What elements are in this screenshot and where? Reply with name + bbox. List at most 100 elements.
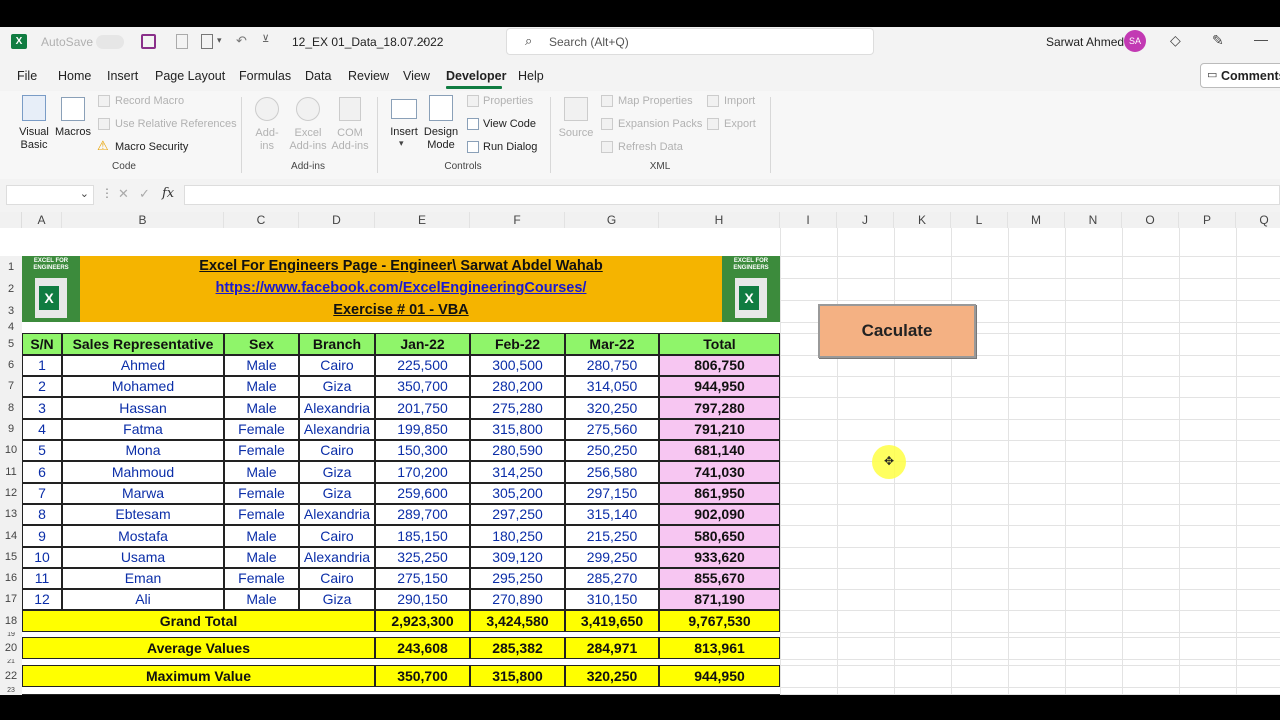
print-preview-icon[interactable] xyxy=(201,34,213,49)
column-header-k[interactable]: K xyxy=(894,212,951,228)
column-header-b[interactable]: B xyxy=(62,212,224,228)
insert-function-icon[interactable]: fx xyxy=(162,186,174,201)
table-cell[interactable]: 199,850 xyxy=(375,419,470,440)
summary-value[interactable]: 180,250 xyxy=(470,694,565,695)
row-header-9[interactable]: 9 xyxy=(0,419,22,440)
select-all-corner[interactable] xyxy=(0,212,22,228)
table-cell[interactable]: Usama xyxy=(62,547,224,568)
view-code-button[interactable]: View Code xyxy=(483,118,536,131)
menu-home[interactable]: Home xyxy=(58,69,91,83)
table-cell[interactable]: Giza xyxy=(299,461,375,483)
column-header-j[interactable]: J xyxy=(837,212,894,228)
table-cell[interactable]: 9 xyxy=(22,525,62,547)
table-cell[interactable]: Female xyxy=(224,568,299,589)
table-cell[interactable]: Female xyxy=(224,440,299,461)
row-header-5[interactable]: 5 xyxy=(0,333,22,355)
visual-basic-icon[interactable] xyxy=(22,95,46,121)
table-cell[interactable]: Ebtesam xyxy=(62,504,224,525)
table-cell[interactable]: 797,280 xyxy=(659,397,780,419)
header-mar[interactable]: Mar-22 xyxy=(565,333,659,355)
summary-value[interactable]: 350,700 xyxy=(375,665,470,687)
column-header-d[interactable]: D xyxy=(299,212,375,228)
row-header-17[interactable]: 17 xyxy=(0,589,22,610)
table-cell[interactable]: 275,560 xyxy=(565,419,659,440)
table-cell[interactable]: 300,500 xyxy=(470,355,565,376)
column-header-o[interactable]: O xyxy=(1122,212,1179,228)
summary-value[interactable]: 580,650 xyxy=(659,694,780,695)
column-header-q[interactable]: Q xyxy=(1236,212,1280,228)
table-cell[interactable]: Male xyxy=(224,525,299,547)
table-cell[interactable]: 315,140 xyxy=(565,504,659,525)
search-box[interactable]: ⌕ Search (Alt+Q) xyxy=(506,28,874,55)
table-cell[interactable]: Male xyxy=(224,397,299,419)
table-cell[interactable]: Male xyxy=(224,376,299,397)
table-cell[interactable]: 305,200 xyxy=(470,483,565,504)
summary-label[interactable]: Grand Total xyxy=(22,610,375,632)
table-cell[interactable]: 806,750 xyxy=(659,355,780,376)
calculate-button[interactable]: Caculate xyxy=(818,304,976,358)
table-cell[interactable]: Male xyxy=(224,589,299,610)
row-header-23[interactable]: 23 xyxy=(0,687,22,694)
row-header-2[interactable]: 2 xyxy=(0,278,22,300)
table-cell[interactable]: Male xyxy=(224,355,299,376)
table-cell[interactable]: Alexandria xyxy=(299,397,375,419)
table-cell[interactable]: 3 xyxy=(22,397,62,419)
table-cell[interactable]: 295,250 xyxy=(470,568,565,589)
menu-help[interactable]: Help xyxy=(518,69,544,83)
table-cell[interactable]: 320,250 xyxy=(565,397,659,419)
view-code-icon[interactable] xyxy=(467,118,479,130)
row-header-12[interactable]: 12 xyxy=(0,483,22,504)
menu-file[interactable]: File xyxy=(17,69,37,83)
summary-value[interactable]: 243,608 xyxy=(375,637,470,659)
table-cell[interactable]: 861,950 xyxy=(659,483,780,504)
column-header-h[interactable]: H xyxy=(659,212,780,228)
table-cell[interactable]: Mohamed xyxy=(62,376,224,397)
table-cell[interactable]: 275,280 xyxy=(470,397,565,419)
table-cell[interactable]: 944,950 xyxy=(659,376,780,397)
row-header-3[interactable]: 3 xyxy=(0,300,22,322)
table-cell[interactable]: 871,190 xyxy=(659,589,780,610)
insert-chevron-icon[interactable]: ▾ xyxy=(399,138,404,149)
summary-value[interactable]: 3,424,580 xyxy=(470,610,565,632)
visual-basic-button[interactable]: Visual Basic xyxy=(16,126,52,152)
table-cell[interactable]: 5 xyxy=(22,440,62,461)
table-cell[interactable]: 280,750 xyxy=(565,355,659,376)
column-header-n[interactable]: N xyxy=(1065,212,1122,228)
table-cell[interactable]: Hassan xyxy=(62,397,224,419)
table-cell[interactable]: Cairo xyxy=(299,355,375,376)
column-header-e[interactable]: E xyxy=(375,212,470,228)
table-cell[interactable]: Giza xyxy=(299,376,375,397)
pen-icon[interactable]: ✎ xyxy=(1212,32,1224,49)
menu-data[interactable]: Data xyxy=(305,69,331,83)
table-cell[interactable]: Mahmoud xyxy=(62,461,224,483)
table-cell[interactable]: Female xyxy=(224,419,299,440)
row-header-16[interactable]: 16 xyxy=(0,568,22,589)
header-sex[interactable]: Sex xyxy=(224,333,299,355)
banner-facebook-link[interactable]: https://www.facebook.com/ExcelEngineerin… xyxy=(80,280,722,296)
table-cell[interactable]: 289,700 xyxy=(375,504,470,525)
chevron-down-icon[interactable]: ▾ xyxy=(217,35,222,46)
table-cell[interactable]: 933,620 xyxy=(659,547,780,568)
table-cell[interactable]: 170,200 xyxy=(375,461,470,483)
table-cell[interactable]: 290,150 xyxy=(375,589,470,610)
table-cell[interactable]: 8 xyxy=(22,504,62,525)
summary-value[interactable]: 9,767,530 xyxy=(659,610,780,632)
table-cell[interactable]: 297,150 xyxy=(565,483,659,504)
row-header-6[interactable]: 6 xyxy=(0,355,22,376)
table-cell[interactable]: 580,650 xyxy=(659,525,780,547)
table-cell[interactable]: 297,250 xyxy=(470,504,565,525)
table-cell[interactable]: Ali xyxy=(62,589,224,610)
summary-label[interactable]: Minimum Value xyxy=(22,694,375,695)
table-cell[interactable]: Giza xyxy=(299,589,375,610)
macros-button[interactable]: Macros xyxy=(54,126,92,139)
macro-security-button[interactable]: Macro Security xyxy=(115,141,188,154)
table-cell[interactable]: 309,120 xyxy=(470,547,565,568)
table-cell[interactable]: 315,800 xyxy=(470,419,565,440)
header-sales-rep[interactable]: Sales Representative xyxy=(62,333,224,355)
table-cell[interactable]: 11 xyxy=(22,568,62,589)
row-header-11[interactable]: 11 xyxy=(0,461,22,483)
table-cell[interactable]: 275,150 xyxy=(375,568,470,589)
table-cell[interactable]: Cairo xyxy=(299,440,375,461)
customize-toolbar-icon[interactable]: ⊻ xyxy=(262,34,269,45)
more-options-icon[interactable]: ⋮ xyxy=(101,186,113,200)
